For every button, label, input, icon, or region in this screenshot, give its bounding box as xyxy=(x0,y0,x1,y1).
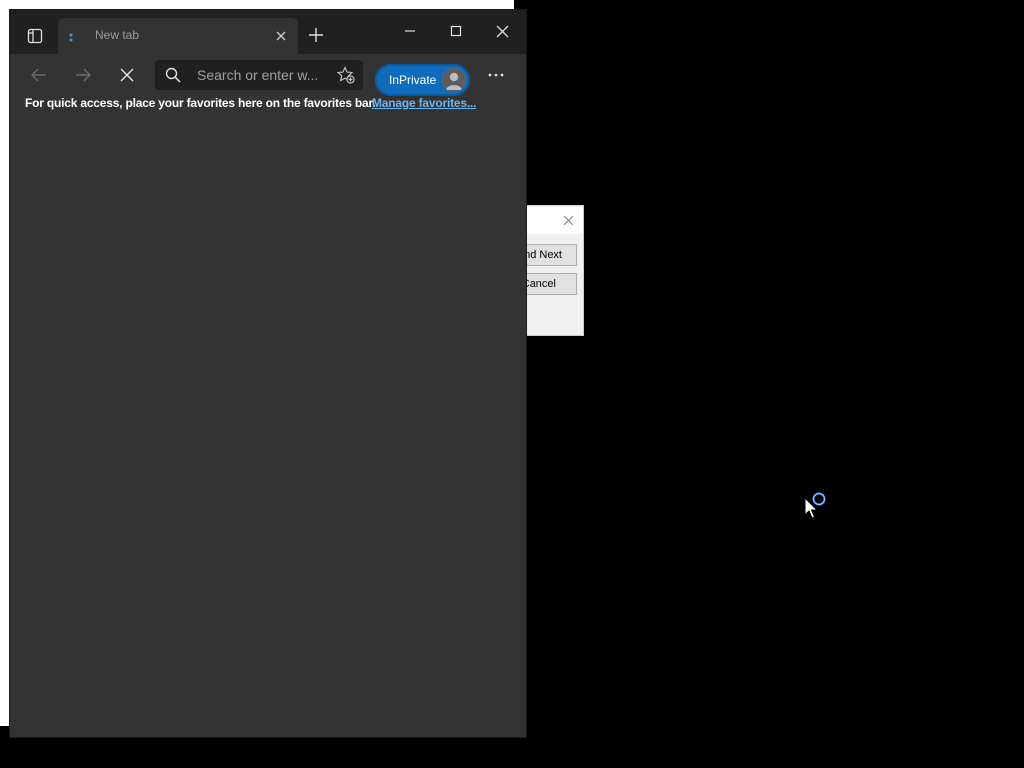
tab-title: New tab xyxy=(95,28,140,42)
minimize-button[interactable] xyxy=(387,16,433,46)
tab-new-tab[interactable]: New tab xyxy=(58,18,298,54)
address-bar[interactable] xyxy=(155,60,363,90)
tab-close-button[interactable] xyxy=(272,27,290,45)
plus-icon xyxy=(309,28,323,42)
minimize-icon xyxy=(405,30,415,32)
navigation-toolbar: InPrivate xyxy=(10,54,526,96)
back-button[interactable] xyxy=(23,59,55,91)
maximize-icon xyxy=(450,25,462,37)
avatar xyxy=(442,68,466,92)
find-next-label: nd Next xyxy=(524,249,562,261)
page-content[interactable] xyxy=(10,122,526,737)
maximize-button[interactable] xyxy=(433,16,479,46)
browser-window: New tab Search or enter w... InPrivate F… xyxy=(10,10,526,737)
manage-favorites-link[interactable]: Manage favorites... xyxy=(372,96,476,110)
address-input[interactable] xyxy=(197,64,327,86)
inprivate-label: InPrivate xyxy=(389,73,437,87)
profile-icon xyxy=(442,68,466,92)
add-favorite-icon[interactable] xyxy=(337,66,355,84)
back-arrow-icon xyxy=(31,68,46,82)
favorites-bar: For quick access, place your favorites h… xyxy=(10,96,526,123)
find-dialog-close-button[interactable] xyxy=(559,211,577,229)
titlebar: New tab xyxy=(10,10,526,54)
close-icon xyxy=(276,31,286,41)
stop-button[interactable] xyxy=(111,59,143,91)
settings-more-button[interactable] xyxy=(480,59,512,91)
tab-actions-button[interactable] xyxy=(18,22,52,50)
desktop: nd Next Cancel New tab Search or enter w… xyxy=(0,0,1024,768)
new-tab-button[interactable] xyxy=(303,22,329,48)
forward-arrow-icon xyxy=(76,68,91,82)
forward-button[interactable] xyxy=(67,59,99,91)
tab-actions-icon xyxy=(27,28,43,44)
busy-cursor-icon xyxy=(804,492,826,519)
close-window-button[interactable] xyxy=(479,16,525,46)
favorites-bar-message: For quick access, place your favorites h… xyxy=(25,96,376,110)
inprivate-button[interactable]: InPrivate xyxy=(375,64,470,96)
loading-dots-icon xyxy=(69,33,73,42)
close-icon xyxy=(496,25,508,37)
more-icon xyxy=(488,73,504,77)
stop-icon xyxy=(120,68,134,82)
cancel-label: Cancel xyxy=(521,278,556,290)
close-icon xyxy=(563,215,573,225)
search-icon xyxy=(165,67,181,83)
